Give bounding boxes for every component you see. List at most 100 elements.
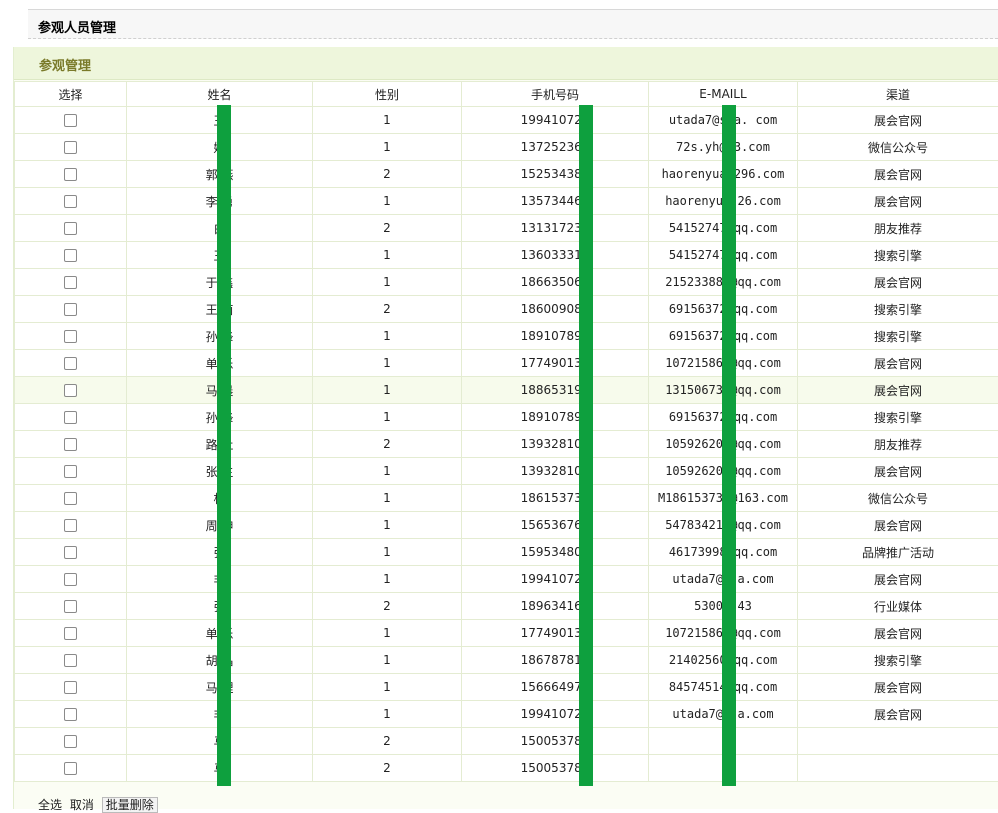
gender-cell: 2 bbox=[313, 296, 462, 323]
channel-cell: 行业媒体 bbox=[798, 593, 998, 620]
col-channel-header: 渠道 bbox=[798, 82, 998, 107]
phone-cell: 199410724 bbox=[462, 701, 649, 728]
table-row: 王 南218600908669156372 qq.com搜索引擎 bbox=[15, 296, 998, 323]
phone-cell: 189107894 bbox=[462, 404, 649, 431]
row-checkbox[interactable] bbox=[64, 573, 77, 586]
gender-cell: 1 bbox=[313, 350, 462, 377]
phone-cell: 152534383 bbox=[462, 161, 649, 188]
row-checkbox[interactable] bbox=[64, 600, 77, 613]
gender-cell: 1 bbox=[313, 701, 462, 728]
table-row: 孙 锋118910789469156372 qq.com搜索引擎 bbox=[15, 323, 998, 350]
phone-cell: 139328109 bbox=[462, 431, 649, 458]
row-checkbox[interactable] bbox=[64, 384, 77, 397]
redaction-bar-email bbox=[722, 105, 736, 786]
row-checkbox[interactable] bbox=[64, 681, 77, 694]
row-checkbox[interactable] bbox=[64, 708, 77, 721]
table-row: 非1199410724utada7@s a.com展会官网 bbox=[15, 701, 998, 728]
row-select-cell bbox=[15, 458, 127, 485]
row-checkbox[interactable] bbox=[64, 168, 77, 181]
table-row: 张115953480146173998 qq.com品牌推广活动 bbox=[15, 539, 998, 566]
col-phone-header: 手机号码 bbox=[462, 82, 649, 107]
gender-cell: 1 bbox=[313, 377, 462, 404]
channel-cell: 展会官网 bbox=[798, 377, 998, 404]
table-row: 白213131723754152747 qq.com朋友推荐 bbox=[15, 215, 998, 242]
row-checkbox[interactable] bbox=[64, 492, 77, 505]
phone-cell: 189634167 bbox=[462, 593, 649, 620]
row-checkbox[interactable] bbox=[64, 762, 77, 775]
gender-cell: 1 bbox=[313, 485, 462, 512]
row-checkbox[interactable] bbox=[64, 249, 77, 262]
gender-cell: 1 bbox=[313, 566, 462, 593]
table-header-row: 选择 姓名 性别 手机号码 E-MAILL 渠道 bbox=[15, 82, 998, 107]
channel-cell bbox=[798, 728, 998, 755]
visitor-table: 选择 姓名 性别 手机号码 E-MAILL 渠道 王1199410724utad… bbox=[14, 81, 998, 782]
row-checkbox[interactable] bbox=[64, 357, 77, 370]
row-checkbox[interactable] bbox=[64, 114, 77, 127]
table-row: 周 坤115653676154783421 @qq.com展会官网 bbox=[15, 512, 998, 539]
select-all-link[interactable]: 全选 bbox=[38, 798, 62, 812]
table-row: 李 勇1135734466haorenyua 26.com展会官网 bbox=[15, 188, 998, 215]
col-name-header: 姓名 bbox=[127, 82, 313, 107]
table-row: 单 乐117749013710721586 @qq.com展会官网 bbox=[15, 620, 998, 647]
row-checkbox[interactable] bbox=[64, 654, 77, 667]
phone-cell: 156536761 bbox=[462, 512, 649, 539]
row-select-cell bbox=[15, 323, 127, 350]
col-gender-header: 性别 bbox=[313, 82, 462, 107]
row-checkbox[interactable] bbox=[64, 465, 77, 478]
channel-cell: 朋友推荐 bbox=[798, 215, 998, 242]
panel-title: 参观管理 bbox=[39, 55, 91, 74]
channel-cell: 展会官网 bbox=[798, 620, 998, 647]
channel-cell: 搜索引擎 bbox=[798, 404, 998, 431]
row-checkbox[interactable] bbox=[64, 222, 77, 235]
row-checkbox[interactable] bbox=[64, 330, 77, 343]
table-row: 杜1186153731M18615373 @163.com微信公众号 bbox=[15, 485, 998, 512]
row-select-cell bbox=[15, 296, 127, 323]
phone-cell: 156664974 bbox=[462, 674, 649, 701]
channel-cell: 搜索引擎 bbox=[798, 323, 998, 350]
table-row: 孙 锋118910789469156372 qq.com搜索引擎 bbox=[15, 404, 998, 431]
row-checkbox[interactable] bbox=[64, 438, 77, 451]
row-select-cell bbox=[15, 755, 127, 782]
phone-cell: 177490137 bbox=[462, 350, 649, 377]
row-select-cell bbox=[15, 188, 127, 215]
batch-delete-button[interactable]: 批量删除 bbox=[102, 797, 158, 813]
channel-cell: 展会官网 bbox=[798, 269, 998, 296]
channel-cell: 展会官网 bbox=[798, 701, 998, 728]
row-select-cell bbox=[15, 701, 127, 728]
row-checkbox[interactable] bbox=[64, 546, 77, 559]
table-row: 路 杜213932810910592620 @qq.com朋友推荐 bbox=[15, 431, 998, 458]
row-checkbox[interactable] bbox=[64, 303, 77, 316]
row-checkbox[interactable] bbox=[64, 411, 77, 424]
phone-cell: 186787812 bbox=[462, 647, 649, 674]
gender-cell: 1 bbox=[313, 242, 462, 269]
gender-cell: 1 bbox=[313, 647, 462, 674]
table-row: 马 晨118865319813150673 @qq.com展会官网 bbox=[15, 377, 998, 404]
panel-title-bar: 参观管理 bbox=[14, 47, 998, 80]
row-checkbox[interactable] bbox=[64, 519, 77, 532]
row-select-cell bbox=[15, 593, 127, 620]
row-checkbox[interactable] bbox=[64, 195, 77, 208]
phone-cell: 186009086 bbox=[462, 296, 649, 323]
row-checkbox[interactable] bbox=[64, 276, 77, 289]
phone-cell: 159534801 bbox=[462, 539, 649, 566]
row-select-cell bbox=[15, 107, 127, 134]
row-checkbox[interactable] bbox=[64, 735, 77, 748]
row-select-cell bbox=[15, 161, 127, 188]
row-select-cell bbox=[15, 431, 127, 458]
channel-cell: 品牌推广活动 bbox=[798, 539, 998, 566]
row-checkbox[interactable] bbox=[64, 141, 77, 154]
gender-cell: 2 bbox=[313, 431, 462, 458]
phone-cell: 186635063 bbox=[462, 269, 649, 296]
table-row: 张218963416753002 43行业媒体 bbox=[15, 593, 998, 620]
table-row: 王113603331954152747 qq.com搜索引擎 bbox=[15, 242, 998, 269]
phone-cell: 199410724 bbox=[462, 107, 649, 134]
redaction-bar-name bbox=[217, 105, 231, 786]
channel-cell: 展会官网 bbox=[798, 188, 998, 215]
page-header: 参观人员管理 bbox=[28, 9, 998, 39]
col-email-header: E-MAILL bbox=[649, 82, 798, 107]
cancel-link[interactable]: 取消 bbox=[70, 798, 94, 812]
row-checkbox[interactable] bbox=[64, 627, 77, 640]
gender-cell: 2 bbox=[313, 755, 462, 782]
gender-cell: 2 bbox=[313, 215, 462, 242]
gender-cell: 1 bbox=[313, 458, 462, 485]
